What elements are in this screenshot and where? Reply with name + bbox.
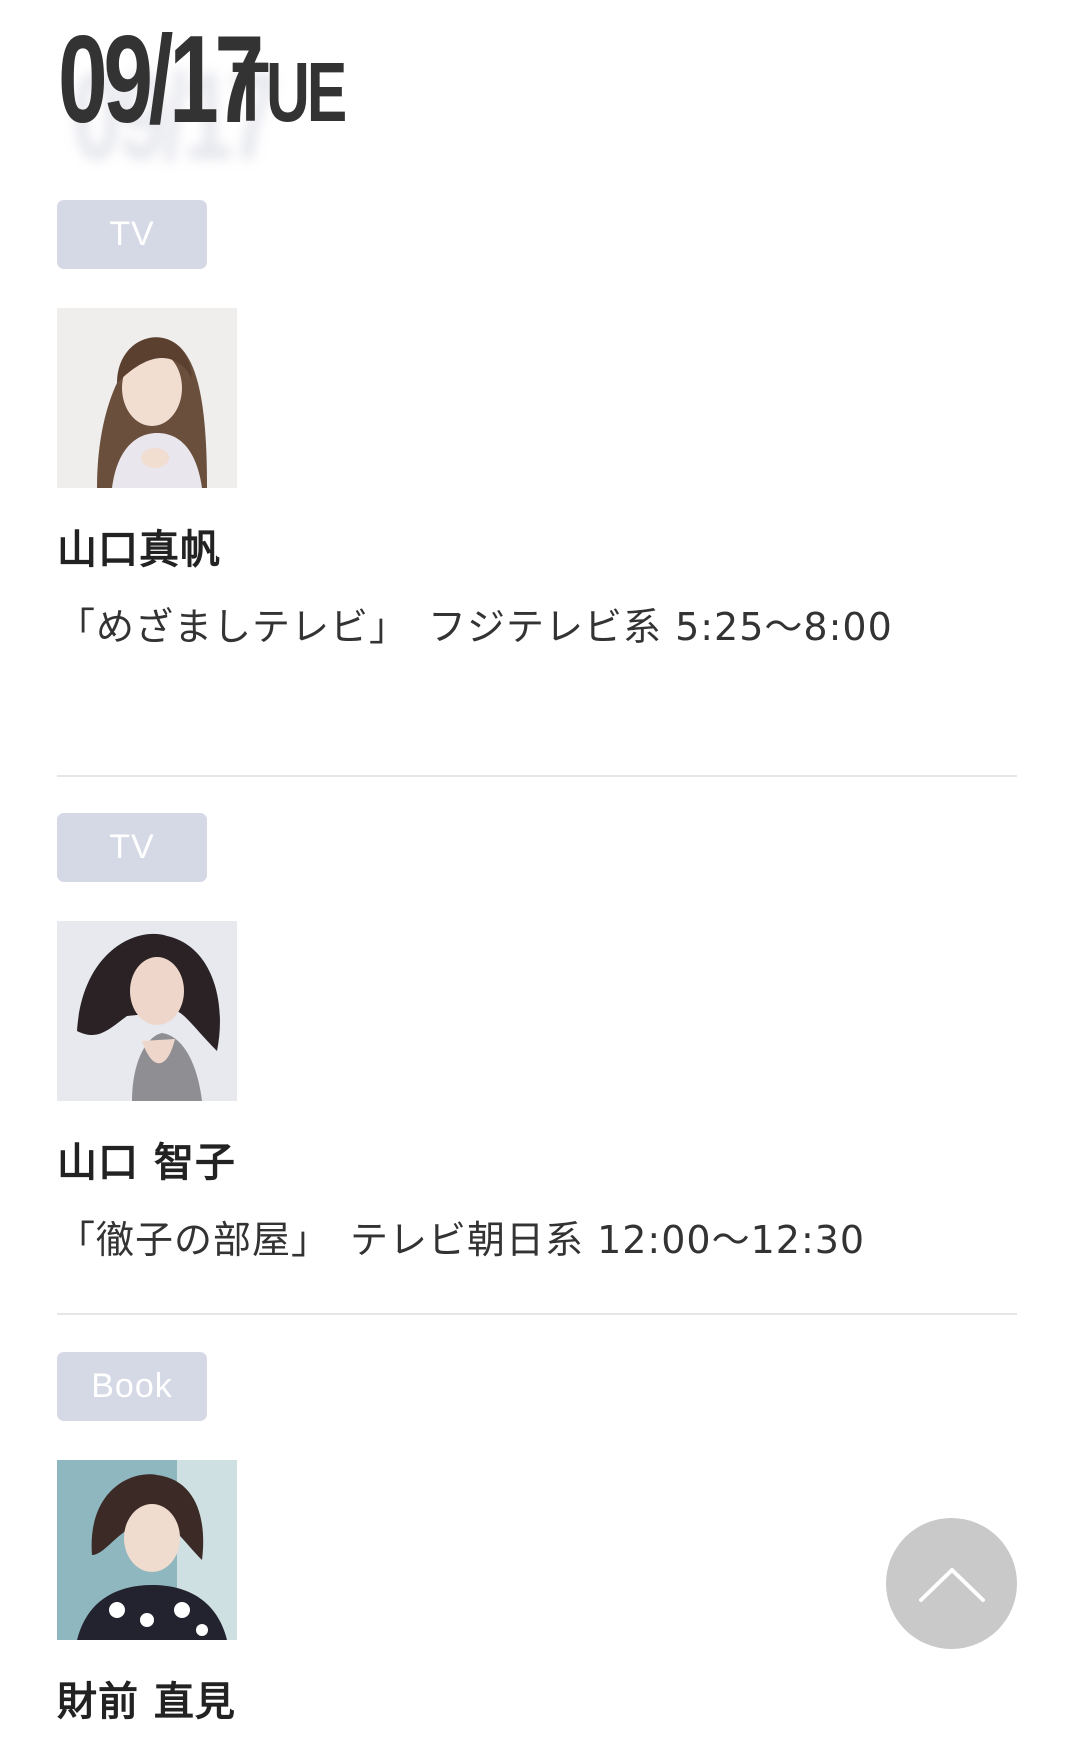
program-info: 「徹子の部屋」 テレビ朝日系 12:00〜12:30 (57, 1218, 866, 1262)
person-name: 山口真帆 (57, 527, 221, 573)
date-weekday: TUE (232, 45, 347, 139)
person-name: 財前 直見 (57, 1679, 236, 1725)
program-info: 「めざましテレビ」 フジテレビ系 5:25〜8:00 (57, 605, 893, 649)
date-header: 09/17 09/17 TUE (58, 0, 388, 186)
schedule-entry: TV 山口真帆 「めざましテレビ」 フジテレビ系 5:25〜8:00 (57, 200, 1017, 664)
divider (57, 775, 1017, 777)
date-number: 09/17 (58, 11, 264, 149)
divider (57, 1313, 1017, 1315)
schedule-entry: TV 山口 智子 「徹子の部屋」 テレビ朝日系 12:00〜12:30 (57, 813, 1017, 1277)
chevron-up-icon (918, 1567, 985, 1602)
person-name: 山口 智子 (57, 1140, 236, 1186)
schedule-entry: Book 財前 直見 (57, 1352, 1017, 1742)
portrait-photo[interactable] (57, 921, 237, 1101)
portrait-photo[interactable] (57, 1460, 237, 1640)
category-badge: TV (57, 200, 207, 269)
category-badge: Book (57, 1352, 207, 1421)
scroll-to-top-button[interactable] (886, 1518, 1017, 1649)
portrait-photo[interactable] (57, 308, 237, 488)
category-badge: TV (57, 813, 207, 882)
